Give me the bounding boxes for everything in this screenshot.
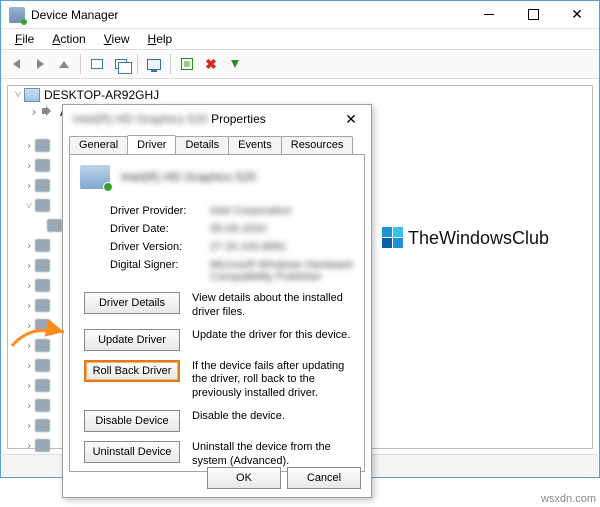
show-hidden-button[interactable] <box>86 53 108 75</box>
separator <box>137 54 138 74</box>
separator <box>80 54 81 74</box>
device-header: Intel(R) HD Graphics 520 <box>80 165 354 189</box>
maximize-button[interactable] <box>511 1 555 29</box>
info-date: Driver Date:05-09-2020 <box>80 223 354 235</box>
brand-watermark: TheWindowsClub <box>382 227 549 249</box>
hid-icon <box>35 259 50 272</box>
root-label: DESKTOP-AR92GHJ <box>44 88 159 102</box>
ports-icon <box>35 359 50 372</box>
tab-driver[interactable]: Driver <box>127 135 176 154</box>
monitor-category-icon <box>35 319 50 332</box>
disable-device-desc: Disable the device. <box>192 410 354 424</box>
uninstall-device-desc: Uninstall the device from the system (Ad… <box>192 441 354 469</box>
separator <box>170 54 171 74</box>
uninstall-button[interactable]: ✖ <box>200 53 222 75</box>
rollback-driver-desc: If the device fails after updating the d… <box>192 360 354 401</box>
update-driver-button[interactable] <box>224 53 246 75</box>
toolbar: ✖ <box>1 49 599 79</box>
audio-icon <box>40 105 56 119</box>
view-button[interactable] <box>110 53 132 75</box>
window-title: Device Manager <box>31 8 118 22</box>
network-icon <box>35 339 50 352</box>
tab-general[interactable]: General <box>69 136 128 155</box>
tab-events[interactable]: Events <box>228 136 282 155</box>
dialog-close-button[interactable]: ✕ <box>331 111 371 128</box>
menu-view[interactable]: View <box>96 30 138 48</box>
scan-hardware-button[interactable] <box>176 53 198 75</box>
row-disable-device: Disable Device Disable the device. <box>80 410 354 432</box>
titlebar[interactable]: Device Manager ✕ <box>1 1 599 29</box>
driver-properties-dialog: Intel(R) HD Graphics 520 Properties ✕ Ge… <box>62 104 372 498</box>
print-icon <box>35 379 50 392</box>
back-button[interactable] <box>5 53 27 75</box>
menu-help[interactable]: Help <box>140 30 181 48</box>
row-uninstall-device: Uninstall Device Uninstall the device fr… <box>80 441 354 469</box>
driver-details-desc: View details about the installed driver … <box>192 292 354 320</box>
ok-button[interactable]: OK <box>207 467 281 489</box>
up-button[interactable] <box>53 53 75 75</box>
display-adapter-icon <box>47 219 62 232</box>
disable-device-button[interactable]: Disable Device <box>84 410 180 432</box>
dialog-titlebar[interactable]: Intel(R) HD Graphics 520 Properties ✕ <box>63 105 371 133</box>
driver-details-button[interactable]: Driver Details <box>84 292 180 314</box>
row-rollback-driver: Roll Back Driver If the device fails aft… <box>80 360 354 401</box>
expand-icon[interactable]: › <box>28 105 40 119</box>
collapse-icon[interactable]: ˅ <box>12 87 24 102</box>
properties-button[interactable] <box>143 53 165 75</box>
minimize-button[interactable] <box>467 1 511 29</box>
firmware-icon <box>35 239 50 252</box>
brand-logo-icon <box>382 227 404 249</box>
software-icon <box>35 439 50 452</box>
uninstall-device-button[interactable]: Uninstall Device <box>84 441 180 463</box>
computer-category-icon <box>35 159 50 172</box>
mouse-icon <box>35 299 50 312</box>
row-update-driver: Update Driver Update the driver for this… <box>80 329 354 351</box>
menu-action[interactable]: Action <box>44 30 93 48</box>
dialog-footer: OK Cancel <box>207 467 361 489</box>
tab-bar: General Driver Details Events Resources <box>63 135 371 154</box>
disk-icon <box>35 179 50 192</box>
menubar: File Action View Help <box>1 29 599 49</box>
camera-icon <box>35 139 50 152</box>
info-provider: Driver Provider:Intel Corporation <box>80 205 354 217</box>
dialog-title: Intel(R) HD Graphics 520 Properties <box>73 112 266 126</box>
device-icon <box>80 165 110 189</box>
tab-resources[interactable]: Resources <box>281 136 354 155</box>
cancel-button[interactable]: Cancel <box>287 467 361 489</box>
update-driver-desc: Update the driver for this device. <box>192 329 354 343</box>
info-version: Driver Version:27.20.100.8681 <box>80 241 354 253</box>
processors-icon <box>35 399 50 412</box>
tab-content: Intel(R) HD Graphics 520 Driver Provider… <box>69 154 365 472</box>
tree-root[interactable]: ˅ DESKTOP-AR92GHJ <box>8 86 592 103</box>
brand-text: TheWindowsClub <box>408 228 549 249</box>
update-driver-button[interactable]: Update Driver <box>84 329 180 351</box>
forward-button[interactable] <box>29 53 51 75</box>
tree-collapsed-items: › › › ˅ › › › › › › › › › › › › <box>23 137 62 473</box>
device-name: Intel(R) HD Graphics 520 <box>121 170 256 184</box>
info-signer: Digital Signer:Microsoft Windows Hardwar… <box>80 259 354 283</box>
keyboard-icon <box>35 279 50 292</box>
computer-icon <box>24 88 40 102</box>
menu-file[interactable]: File <box>7 30 42 48</box>
close-button[interactable]: ✕ <box>555 1 599 29</box>
row-driver-details: Driver Details View details about the in… <box>80 292 354 320</box>
security-icon <box>35 419 50 432</box>
display-icon <box>35 199 50 212</box>
source-watermark: wsxdn.com <box>541 493 596 505</box>
device-manager-icon <box>9 7 25 23</box>
tab-details[interactable]: Details <box>175 136 229 155</box>
rollback-driver-button[interactable]: Roll Back Driver <box>84 360 180 382</box>
